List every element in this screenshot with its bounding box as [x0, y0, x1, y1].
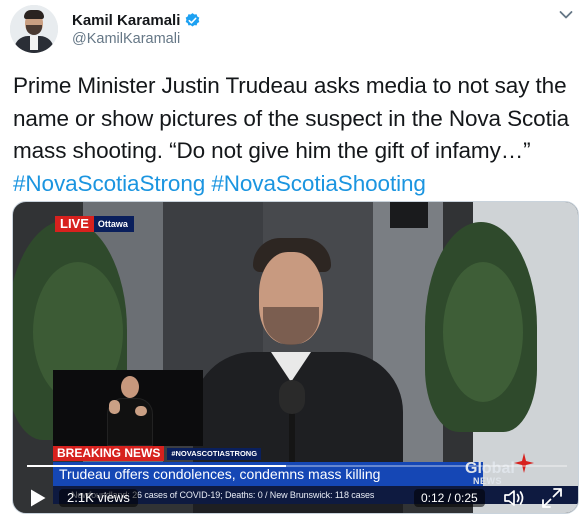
sign-language-inset — [53, 370, 203, 446]
video-player[interactable]: LIVE Ottawa BREAKING NEWS #NOVASCOTIASTR… — [12, 201, 579, 514]
view-count: 2.1K views — [59, 489, 138, 507]
hashtag-link[interactable]: #NovaScotiaStrong — [13, 171, 205, 196]
avatar[interactable] — [10, 5, 58, 53]
volume-icon[interactable] — [503, 488, 527, 508]
verified-icon — [186, 12, 200, 27]
live-location: Ottawa — [93, 216, 134, 232]
progress-fill — [27, 465, 287, 467]
breaking-news-banner: BREAKING NEWS #NOVASCOTIASTRONG — [53, 446, 262, 461]
tweet-body-text: Prime Minister Justin Trudeau asks media… — [13, 73, 570, 163]
live-label: LIVE — [55, 216, 94, 232]
fullscreen-icon[interactable] — [541, 487, 563, 509]
view-count-text: 2.1K views — [67, 490, 130, 505]
live-badge: LIVE Ottawa — [55, 216, 134, 232]
chevron-down-icon[interactable] — [559, 10, 573, 20]
breaking-label: BREAKING NEWS — [53, 446, 165, 461]
tweet-card: Kamil Karamali @KamilKaramali Prime Mini… — [0, 0, 587, 517]
display-name[interactable]: Kamil Karamali — [72, 12, 180, 29]
network-mark-icon — [514, 453, 534, 473]
breaking-tag: #NOVASCOTIASTRONG — [167, 447, 262, 460]
network-sub: NEWS — [473, 476, 502, 486]
time-display: 0:12 / 0:25 — [414, 489, 485, 507]
progress-bar[interactable] — [27, 465, 567, 467]
play-icon[interactable] — [29, 488, 47, 508]
headline-text: Trudeau offers condolences, condemns mas… — [59, 466, 381, 482]
tweet-text: Prime Minister Justin Trudeau asks media… — [13, 70, 583, 200]
hashtag-link[interactable]: #NovaScotiaShooting — [211, 171, 426, 196]
author-name-row[interactable]: Kamil Karamali — [72, 10, 201, 30]
author-handle[interactable]: @KamilKaramali — [72, 31, 180, 47]
